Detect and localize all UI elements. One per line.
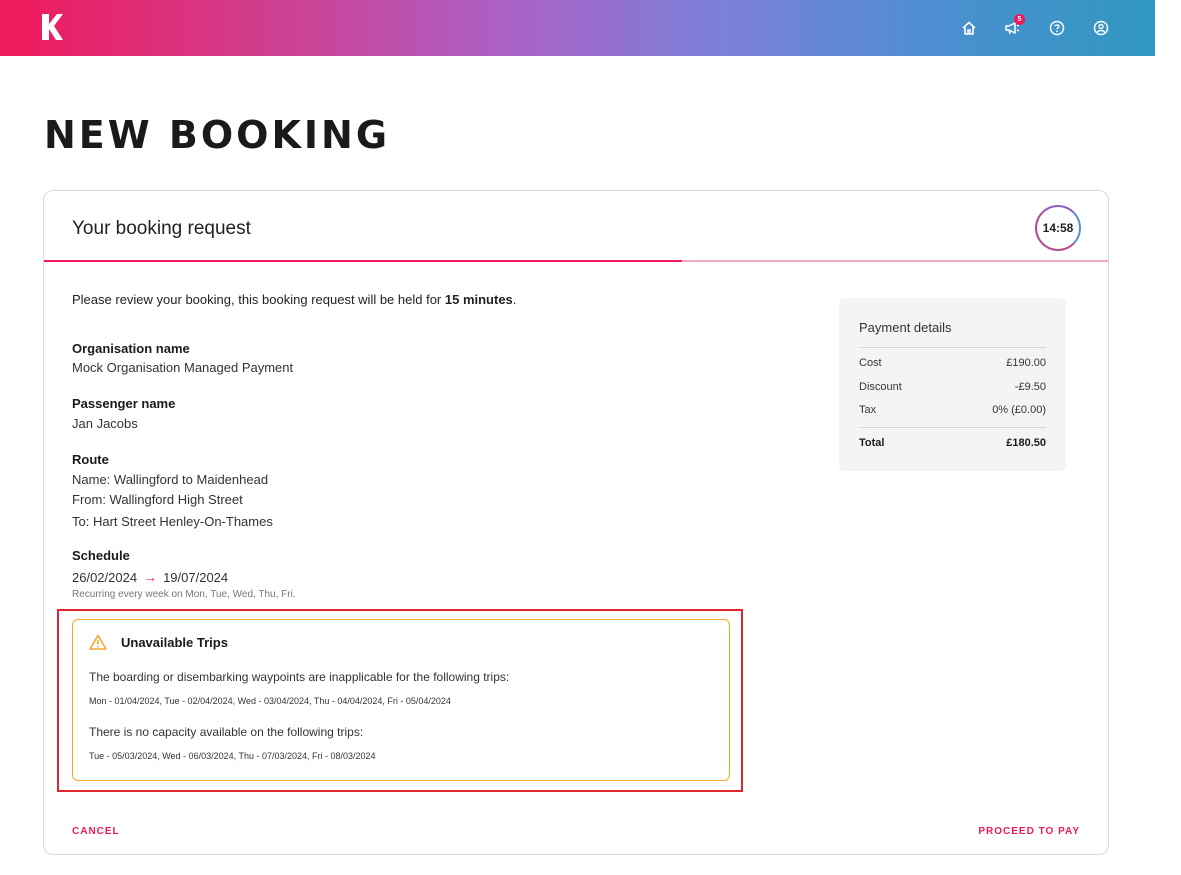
schedule-dates: 26/02/2024 → 19/07/2024 (72, 569, 228, 585)
cancel-button[interactable]: CANCEL (72, 826, 120, 837)
page-title: NEW BOOKING (44, 113, 391, 157)
alert-header: Unavailable Trips (89, 634, 228, 650)
organisation-label: Organisation name (72, 341, 190, 356)
payment-row-discount: Discount -£9.50 (859, 381, 1046, 393)
home-button[interactable] (955, 14, 983, 42)
payment-details-panel: Payment details Cost £190.00 Discount -£… (839, 298, 1066, 471)
hold-duration: 15 minutes (444, 292, 513, 307)
warning-icon (89, 634, 107, 650)
payment-row-label: Discount (859, 381, 902, 393)
capacity-message: There is no capacity available on the fo… (89, 725, 364, 739)
schedule-recurrence: Recurring every week on Mon, Tue, Wed, T… (72, 589, 296, 600)
announcements-button[interactable]: 5 (999, 14, 1027, 42)
arrow-right-icon: → (143, 569, 158, 585)
route-label: Route (72, 452, 109, 467)
divider (859, 347, 1046, 348)
alert-title: Unavailable Trips (121, 634, 228, 650)
card-title: Your booking request (72, 218, 251, 239)
route-to: To: Hart Street Henley-On-Thames (72, 514, 273, 529)
payment-row-value: -£9.50 (1014, 381, 1046, 393)
header-actions: 5 (955, 14, 1115, 42)
route-from: From: Wallingford High Street (72, 492, 243, 507)
capacity-trips: Tue - 05/03/2024, Wed - 06/03/2024, Thu … (89, 751, 376, 761)
payment-row-tax: Tax 0% (£0.00) (859, 404, 1046, 416)
divider (859, 427, 1046, 428)
payment-row-value: 0% (£0.00) (992, 404, 1046, 416)
hold-timer: 14:58 (1035, 205, 1081, 251)
waypoints-message: The boarding or disembarking waypoints a… (89, 670, 510, 684)
payment-row-total: Total £180.50 (859, 437, 1046, 449)
passenger-label: Passenger name (72, 396, 176, 411)
proceed-to-pay-button[interactable]: PROCEED TO PAY (978, 826, 1080, 837)
payment-details-title: Payment details (859, 320, 952, 335)
payment-row-cost: Cost £190.00 (859, 357, 1046, 369)
schedule-start: 26/02/2024 (72, 569, 138, 585)
account-icon (1093, 20, 1109, 36)
review-intro-text: Please review your booking, this booking… (72, 292, 516, 307)
unavailable-trips-alert: Unavailable Trips The boarding or disemb… (72, 619, 730, 781)
schedule-label: Schedule (72, 548, 130, 563)
payment-row-label: Tax (859, 404, 877, 416)
payment-row-label: Cost (859, 357, 882, 369)
waypoints-trips: Mon - 01/04/2024, Tue - 02/04/2024, Wed … (89, 696, 451, 706)
intro-text: Please review your booking, this booking… (72, 292, 445, 307)
notification-badge: 5 (1014, 14, 1025, 25)
organisation-value: Mock Organisation Managed Payment (72, 360, 294, 375)
passenger-value: Jan Jacobs (72, 416, 138, 431)
schedule-end: 19/07/2024 (163, 569, 229, 585)
payment-row-value: £190.00 (1006, 357, 1046, 369)
logo-icon[interactable] (40, 12, 64, 42)
route-name: Name: Wallingford to Maidenhead (72, 472, 269, 487)
home-icon (962, 21, 976, 35)
account-button[interactable] (1087, 14, 1115, 42)
intro-suffix: . (512, 292, 517, 307)
help-button[interactable] (1043, 14, 1071, 42)
total-label: Total (859, 437, 885, 449)
hold-progress-bar (44, 260, 1108, 262)
top-bar: 5 (0, 0, 1155, 56)
booking-request-card: Your booking request 14:58 Please review… (43, 190, 1109, 855)
help-icon (1049, 20, 1065, 36)
total-value: £180.50 (1006, 437, 1046, 449)
hold-progress-fill (44, 260, 683, 262)
